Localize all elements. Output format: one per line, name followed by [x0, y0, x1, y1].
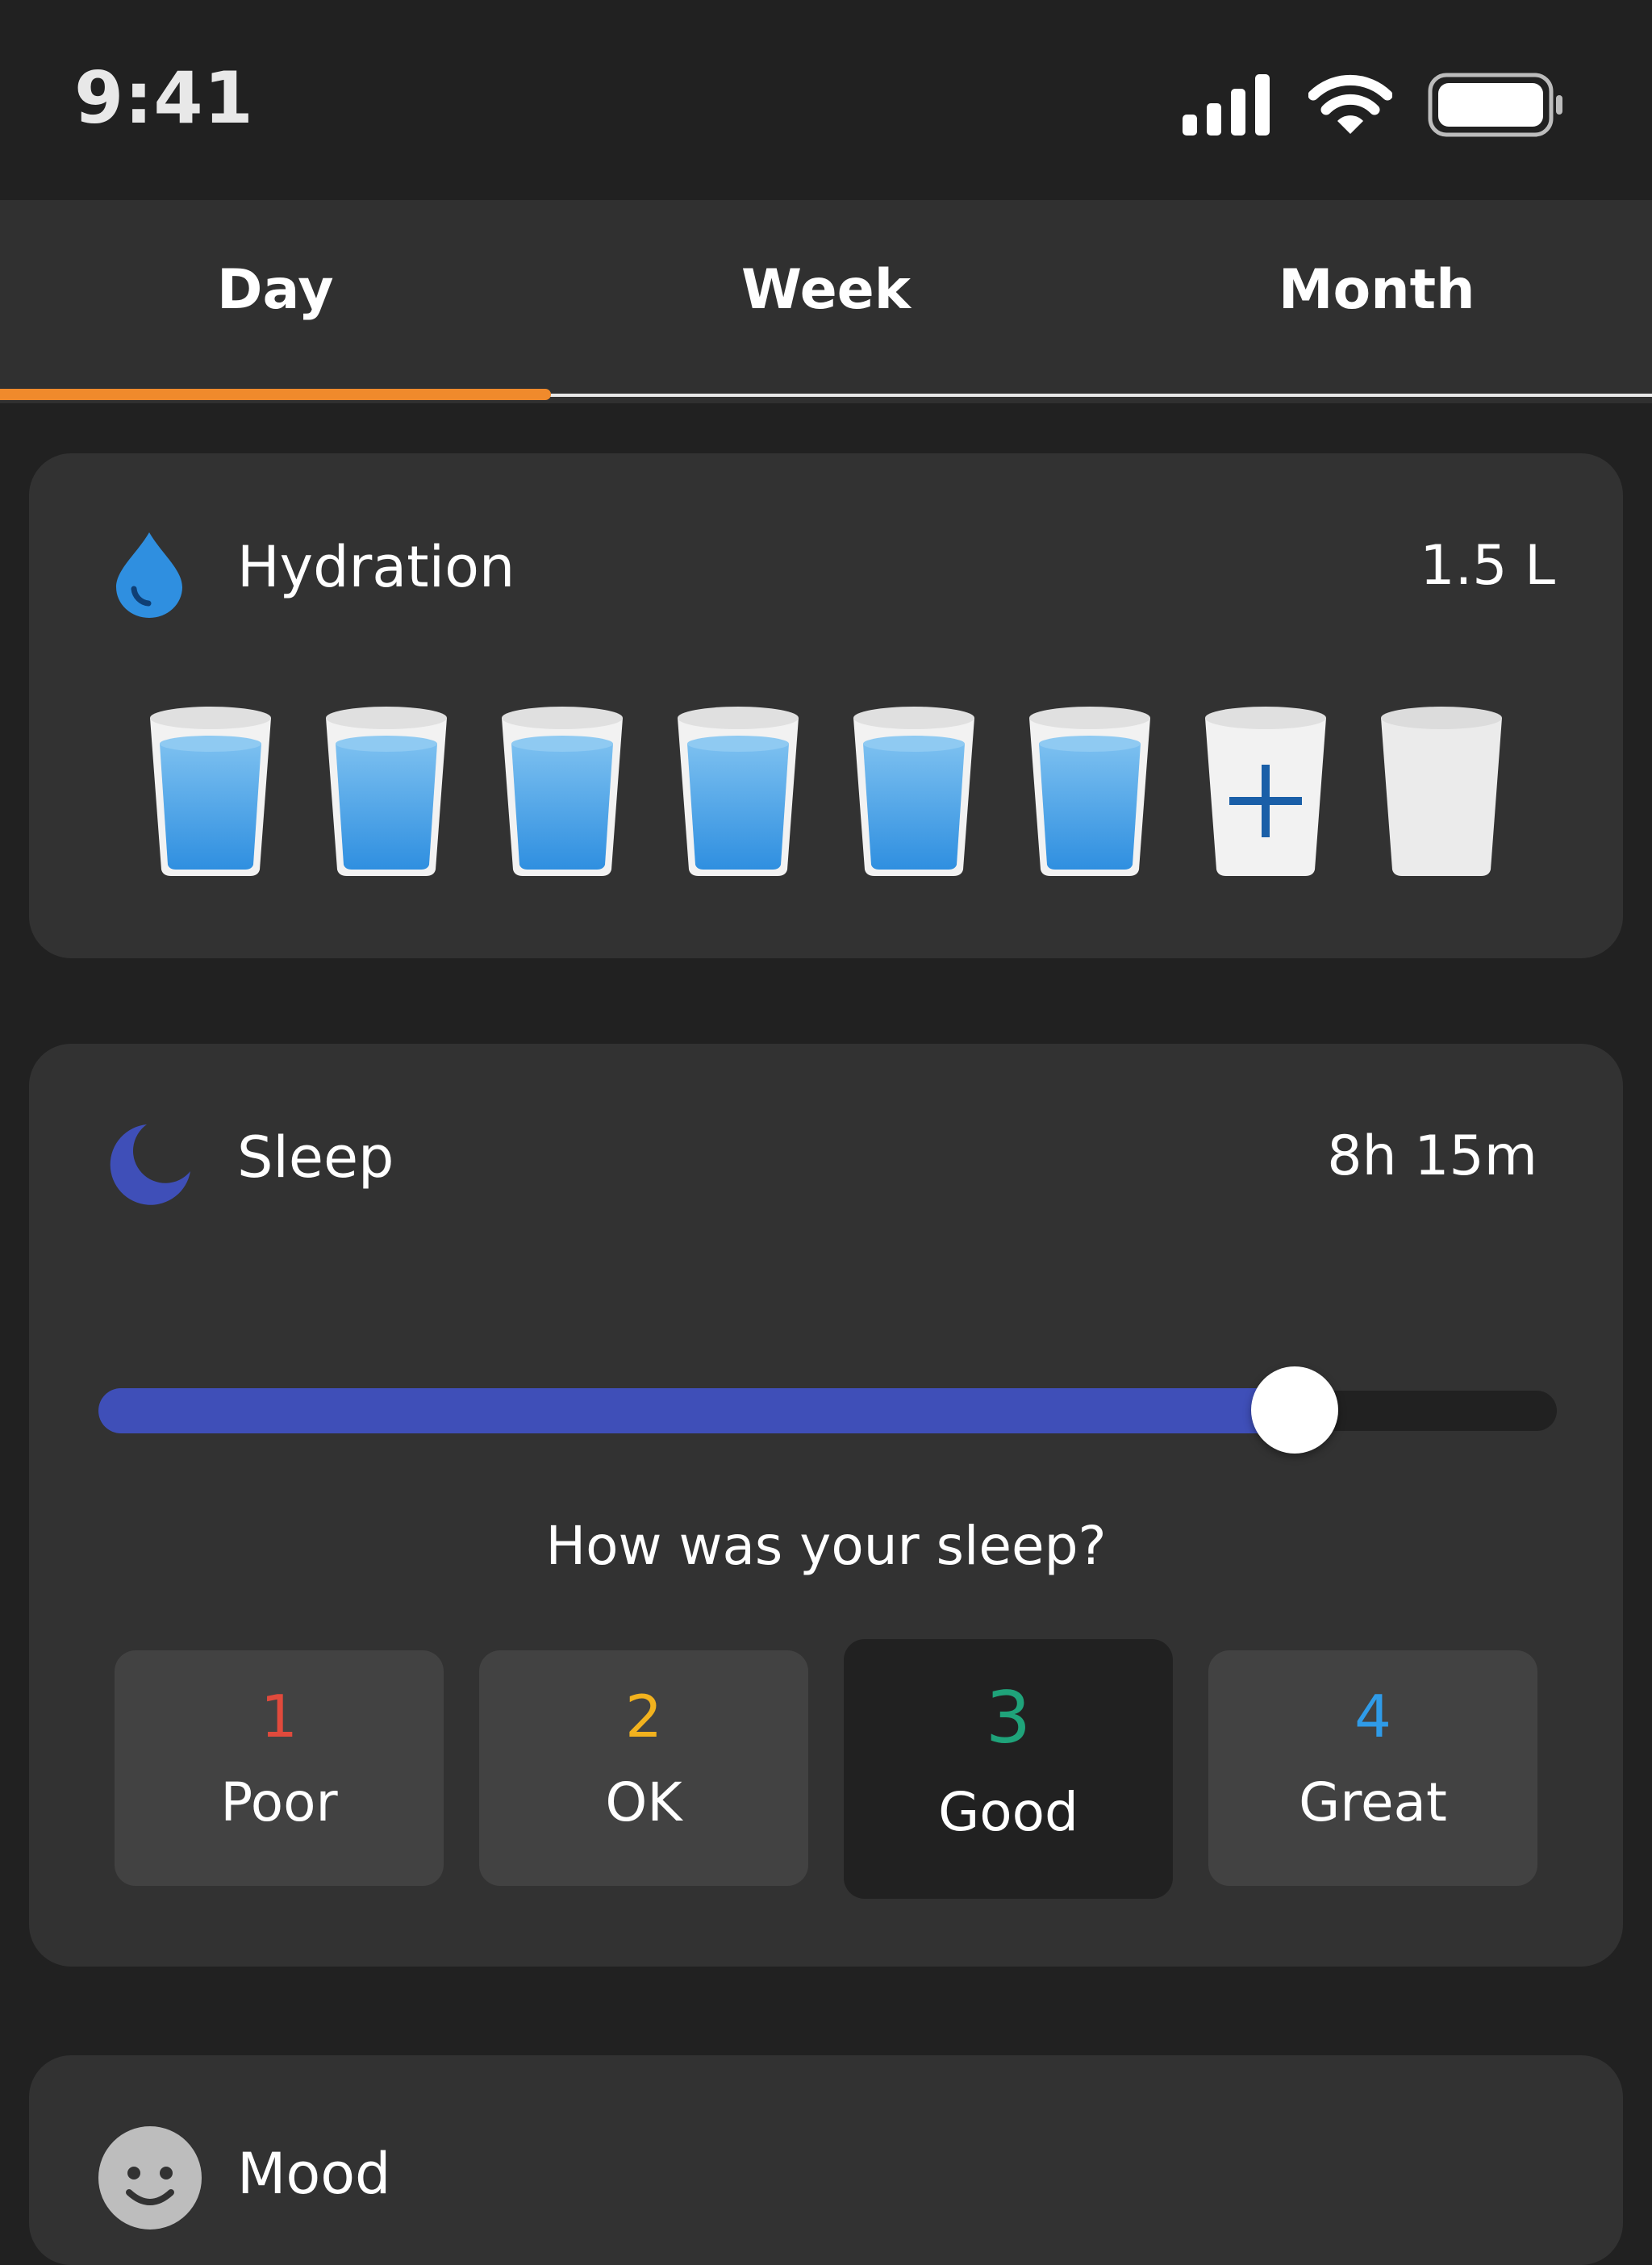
rating-good-button[interactable]: 3 Good — [844, 1639, 1173, 1899]
sleep-duration: 8h 15m — [1327, 1124, 1537, 1188]
rating-ok-button[interactable]: 2 OK — [479, 1650, 808, 1886]
active-tab-indicator — [0, 389, 551, 400]
status-bar: 9:41 — [0, 0, 1652, 200]
full-glass-icon[interactable] — [147, 703, 274, 878]
mood-title: Mood — [237, 2141, 391, 2207]
period-tabs: Day Week Month — [0, 200, 1652, 403]
rating-label: Poor — [220, 1771, 338, 1833]
sleep-slider-fill — [98, 1388, 1295, 1433]
rating-number: 3 — [986, 1676, 1031, 1759]
water-drop-icon — [116, 532, 182, 618]
tab-day[interactable]: Day — [0, 200, 551, 403]
rating-number: 4 — [1354, 1683, 1391, 1750]
full-glass-icon[interactable] — [674, 703, 802, 878]
rating-number: 2 — [625, 1683, 662, 1750]
tab-month[interactable]: Month — [1101, 200, 1652, 403]
wifi-icon — [1308, 74, 1392, 134]
mood-card: Mood — [29, 2055, 1623, 2265]
battery-icon — [1428, 73, 1562, 137]
moon-icon — [110, 1124, 190, 1205]
rating-number: 1 — [261, 1683, 298, 1750]
status-time: 9:41 — [74, 56, 254, 140]
sleep-question: How was your sleep? — [545, 1515, 1107, 1577]
full-glass-icon[interactable] — [850, 703, 978, 878]
hydration-title: Hydration — [237, 534, 515, 600]
full-glass-icon[interactable] — [499, 703, 626, 878]
hydration-value: 1.5 L — [1420, 534, 1555, 598]
rating-label: OK — [605, 1771, 682, 1833]
rating-label: Good — [938, 1781, 1078, 1843]
status-icons — [1183, 68, 1565, 142]
sleep-slider-thumb[interactable] — [1251, 1366, 1338, 1454]
rating-poor-button[interactable]: 1 Poor — [115, 1650, 444, 1886]
rating-great-button[interactable]: 4 Great — [1208, 1650, 1537, 1886]
sleep-title: Sleep — [237, 1124, 394, 1191]
rating-label: Great — [1299, 1771, 1447, 1833]
water-glasses — [147, 703, 1505, 878]
hydration-card: Hydration 1.5 L — [29, 453, 1623, 958]
smiley-face-icon — [98, 2126, 202, 2230]
add-glass-icon[interactable] — [1202, 703, 1329, 878]
full-glass-icon[interactable] — [1026, 703, 1153, 878]
full-glass-icon[interactable] — [323, 703, 450, 878]
tab-week[interactable]: Week — [551, 200, 1102, 403]
empty-glass-icon[interactable] — [1378, 703, 1505, 878]
sleep-card: Sleep 8h 15m How was your sleep? 1 Poor … — [29, 1044, 1623, 1967]
cellular-signal-icon — [1183, 74, 1270, 136]
